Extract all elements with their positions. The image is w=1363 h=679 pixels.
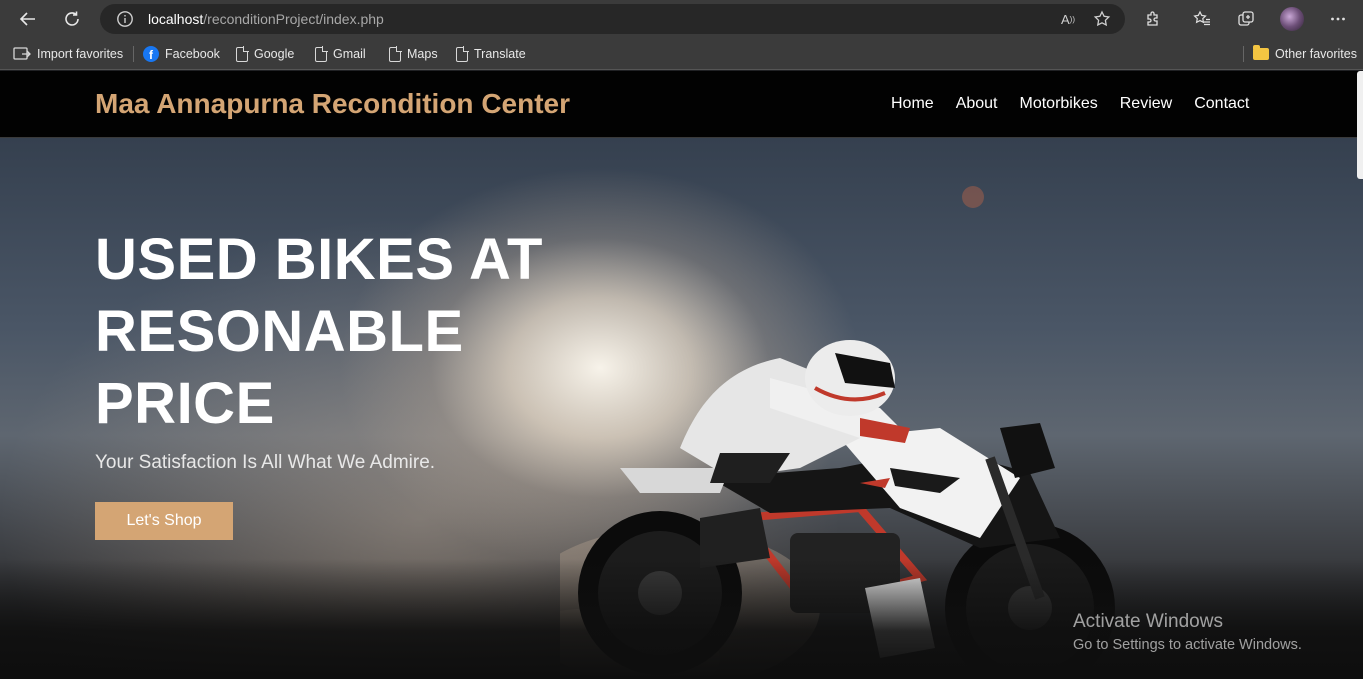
profile-avatar[interactable] [1280,7,1304,31]
add-favorite-star-icon[interactable] [1092,9,1112,29]
address-bar[interactable]: localhost/reconditionProject/index.php A… [100,4,1125,34]
back-arrow-icon[interactable] [13,4,43,34]
bookmark-label: Maps [407,47,438,61]
bookmarks-bar: Import favorites f Facebook Google Gmail… [0,38,1363,70]
folder-icon [1253,45,1269,60]
bookmark-label: Translate [474,47,526,61]
bookmark-translate[interactable]: Translate [456,44,526,64]
bookmark-label: Google [254,47,295,61]
page-icon [456,46,469,62]
bookmark-gmail[interactable]: Gmail [315,44,366,64]
extensions-icon[interactable] [1139,5,1167,33]
lets-shop-button[interactable]: Let's Shop [95,502,233,540]
bookmark-label: Other favorites [1275,47,1357,61]
facebook-icon: f [143,46,159,62]
hero-subtitle: Your Satisfaction Is All What We Admire. [95,452,436,473]
site-header: Maa Annapurna Recondition Center Home Ab… [0,71,1363,138]
collections-icon[interactable] [1232,5,1260,33]
page-scrollbar[interactable] [1357,71,1363,179]
bookmark-label: Facebook [165,47,220,61]
refresh-icon[interactable] [57,4,87,34]
hero-title: USED BIKES AT RESONABLE PRICE [95,227,543,436]
bookmark-other-favorites[interactable]: Other favorites [1253,44,1357,64]
bookmark-facebook[interactable]: f Facebook [143,44,220,64]
favorites-icon[interactable] [1188,5,1216,33]
page-icon [315,46,328,62]
bookmark-label: Gmail [333,47,366,61]
read-aloud-icon[interactable]: A)) [1058,9,1078,29]
site-brand[interactable]: Maa Annapurna Recondition Center [95,88,570,120]
bookmark-google[interactable]: Google [236,44,294,64]
bookmark-import-favorites[interactable]: Import favorites [13,44,123,64]
bookmark-label: Import favorites [37,47,124,61]
site-info-icon[interactable] [116,10,134,28]
bookmark-divider [1243,46,1244,62]
more-menu-icon[interactable] [1324,5,1352,33]
browser-toolbar: localhost/reconditionProject/index.php A… [0,0,1363,38]
nav-about[interactable]: About [956,95,998,113]
nav-motorbikes[interactable]: Motorbikes [1020,95,1098,113]
page-icon [236,46,249,62]
bookmark-maps[interactable]: Maps [389,44,438,64]
lens-flare [962,186,984,208]
url-text: localhost/reconditionProject/index.php [148,11,384,27]
url-host: localhost [148,11,204,27]
nav-home[interactable]: Home [891,95,934,113]
site-nav: Home About Motorbikes Review Contact [891,95,1271,113]
activate-windows-subtitle: Go to Settings to activate Windows. [1073,637,1302,653]
nav-review[interactable]: Review [1120,95,1172,113]
nav-contact[interactable]: Contact [1194,95,1249,113]
url-path: /reconditionProject/index.php [203,11,384,27]
bookmark-divider [133,46,134,62]
web-page: Maa Annapurna Recondition Center Home Ab… [0,71,1363,679]
import-icon [13,47,31,60]
activate-windows-title: Activate Windows [1073,611,1223,632]
hero-section: USED BIKES AT RESONABLE PRICE Your Satis… [0,138,1363,679]
page-icon [389,46,402,62]
